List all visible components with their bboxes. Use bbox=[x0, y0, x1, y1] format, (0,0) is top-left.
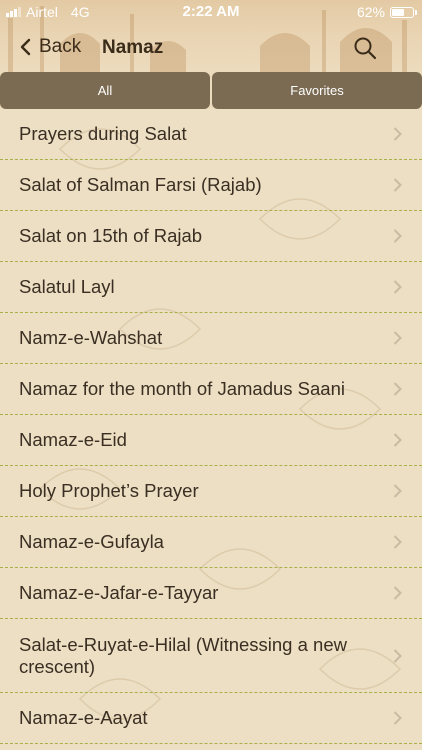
list-item-label: Namaz-e-Jafar-e-Tayyar bbox=[19, 582, 219, 603]
chevron-right-icon bbox=[393, 178, 402, 192]
header: Airtel 4G 2:22 AM 62% Back Namaz bbox=[0, 0, 422, 72]
list-item-prayers-during-salat[interactable]: Prayers during Salat bbox=[0, 109, 422, 160]
back-button[interactable]: Back bbox=[20, 36, 81, 58]
list-item-label: Namaz for the month of Jamadus Saani bbox=[19, 378, 345, 399]
chevron-right-icon bbox=[393, 229, 402, 243]
list-item-label: Namaz-e-Gufayla bbox=[19, 531, 164, 552]
list-item-salatul-layl[interactable]: Salatul Layl bbox=[0, 262, 422, 313]
list-item-namz-e-wahshat[interactable]: Namz-e-Wahshat bbox=[0, 313, 422, 364]
list-item-namaz-e-gufayla[interactable]: Namaz-e-Gufayla bbox=[0, 517, 422, 568]
battery-percent: 62% bbox=[356, 4, 385, 20]
battery-level bbox=[392, 8, 405, 16]
navigation-bar: Back Namaz bbox=[0, 28, 422, 66]
list-item-label: Prayers during Salat bbox=[19, 123, 187, 144]
chevron-right-icon bbox=[393, 127, 402, 141]
list-item-salat-of-salman-farsi[interactable]: Salat of Salman Farsi (Rajab) bbox=[0, 160, 422, 211]
list-item-label: Salatul Layl bbox=[19, 276, 115, 297]
list-item-namaz-e-eid[interactable]: Namaz-e-Eid bbox=[0, 415, 422, 466]
chevron-right-icon bbox=[393, 535, 402, 549]
prayer-list: Prayers during Salat Salat of Salman Far… bbox=[0, 109, 422, 750]
segmented-control: All Favorites bbox=[0, 72, 422, 109]
list-item-label: Salat on 15th of Rajab bbox=[19, 225, 203, 246]
chevron-right-icon bbox=[393, 484, 402, 498]
list-item-salat-e-ruyat-e-hilal[interactable]: Salat-e-Ruyat-e-Hilal (Witnessing a new … bbox=[0, 619, 422, 693]
list-item-salat-on-15th-of-rajab[interactable]: Salat on 15th of Rajab bbox=[0, 211, 422, 262]
list-item-namaz-e-jafar-e-tayyar[interactable]: Namaz-e-Jafar-e-Tayyar bbox=[0, 568, 422, 619]
chevron-right-icon bbox=[393, 586, 402, 600]
list-item-holy-prophets-prayer[interactable]: Holy Prophet’s Prayer bbox=[0, 466, 422, 517]
chevron-right-icon bbox=[393, 331, 402, 345]
chevron-right-icon bbox=[393, 433, 402, 447]
chevron-right-icon bbox=[393, 711, 402, 725]
chevron-left-icon bbox=[20, 38, 31, 56]
list-item-label: Holy Prophet’s Prayer bbox=[19, 480, 199, 501]
list-item-label: Namaz-e-Aayat bbox=[19, 707, 148, 728]
chevron-right-icon bbox=[393, 280, 402, 294]
search-icon[interactable] bbox=[353, 36, 377, 60]
chevron-right-icon bbox=[393, 648, 402, 663]
battery-icon bbox=[390, 6, 417, 18]
list-item-label: Salat of Salman Farsi (Rajab) bbox=[19, 174, 262, 195]
list-item-namaz-jamadus-saani[interactable]: Namaz for the month of Jamadus Saani bbox=[0, 364, 422, 415]
segment-all[interactable]: All bbox=[0, 72, 210, 109]
segment-favorites[interactable]: Favorites bbox=[212, 72, 422, 109]
status-right: 62% bbox=[356, 4, 417, 20]
list-item-namaz-e-aayat[interactable]: Namaz-e-Aayat bbox=[0, 693, 422, 744]
back-label: Back bbox=[39, 36, 82, 57]
list-item-label: Namaz-e-Eid bbox=[19, 429, 127, 450]
chevron-right-icon bbox=[393, 382, 402, 396]
list-item-label: Namz-e-Wahshat bbox=[19, 327, 163, 348]
page-title: Namaz bbox=[102, 37, 164, 58]
status-bar: Airtel 4G 2:22 AM 62% bbox=[0, 0, 422, 22]
list-item-label: Salat-e-Ruyat-e-Hilal (Witnessing a new … bbox=[19, 633, 347, 677]
